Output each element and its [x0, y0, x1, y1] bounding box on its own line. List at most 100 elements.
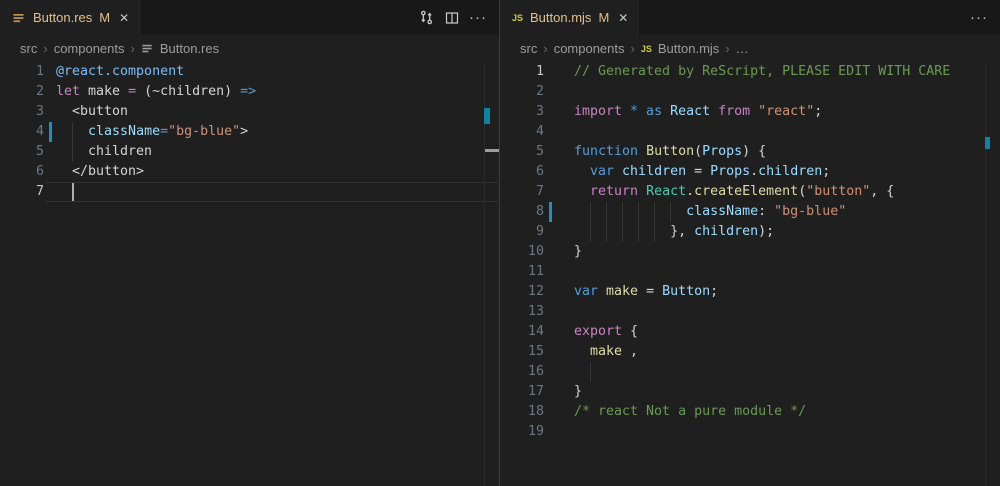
code-line-14[interactable]: 14 export { — [500, 322, 1000, 342]
code-text: import * as React from "react"; — [574, 102, 822, 122]
code-line-10[interactable]: 10} — [500, 242, 1000, 262]
breadcrumb-item-file[interactable]: Button.mjs — [658, 41, 719, 56]
tab-button-mjs[interactable]: JS Button.mjs M ✕ — [500, 0, 639, 35]
line-number: 14 — [500, 322, 544, 342]
line-number: 5 — [0, 142, 44, 162]
code-line-2[interactable]: 2 let make = (~children) => — [0, 82, 499, 102]
breadcrumb-item-components[interactable]: components — [54, 41, 125, 56]
code-text: let make = (~children) => — [56, 82, 256, 102]
breadcrumb-item-src[interactable]: src — [20, 41, 37, 56]
code-line-9[interactable]: 9 }, children); — [500, 222, 1000, 242]
chevron-right-icon: › — [543, 41, 547, 56]
vscode-editor-window: Button.res M ✕ — [0, 0, 1000, 486]
code-text: var children = Props.children; — [574, 162, 830, 182]
overview-ruler-border — [985, 62, 986, 486]
line-number: 5 — [500, 142, 544, 162]
code-line-1[interactable]: 1@react.component — [0, 62, 499, 82]
current-line-highlight — [45, 182, 498, 202]
code-line-8[interactable]: 8 className: "bg-blue" — [500, 202, 1000, 222]
code-text: } — [574, 242, 582, 262]
editor-actions-right: ··· — [970, 0, 1000, 35]
git-modified-badge: M — [99, 10, 110, 25]
code-editor-right[interactable]: 1 // Generated by ReScript, PLEASE EDIT W… — [500, 62, 1000, 486]
code-lines: 1@react.component2 let make = (~children)… — [0, 62, 499, 202]
tab-label: Button.mjs — [530, 10, 591, 25]
code-line-4[interactable]: 4 — [500, 122, 1000, 142]
code-text: }, children); — [574, 222, 774, 242]
line-number: 13 — [500, 302, 544, 322]
code-line-3[interactable]: 3 <button — [0, 102, 499, 122]
breadcrumb-left: src › components › Button.res — [0, 35, 499, 62]
code-line-19[interactable]: 19 — [500, 422, 1000, 442]
line-number: 2 — [500, 82, 544, 102]
editor-actions-left: ··· — [418, 0, 499, 35]
code-line-3[interactable]: 3import * as React from "react"; — [500, 102, 1000, 122]
code-text: // Generated by ReScript, PLEASE EDIT WI… — [574, 62, 950, 82]
code-text: /* react Not a pure module */ — [574, 402, 806, 422]
editor-group-right: JS Button.mjs M ✕ ··· src › components ›… — [500, 0, 1000, 486]
code-line-7[interactable]: 7 — [0, 182, 499, 202]
overview-ruler-modified-mark — [985, 137, 990, 149]
chevron-right-icon: › — [43, 41, 47, 56]
line-number: 4 — [0, 122, 44, 142]
line-number: 4 — [500, 122, 544, 142]
code-line-16[interactable]: 16 — [500, 362, 1000, 382]
breadcrumb-item-file[interactable]: Button.res — [160, 41, 219, 56]
line-number: 6 — [0, 162, 44, 182]
overview-ruler-cursor-mark — [485, 149, 499, 152]
code-text: @react.component — [56, 62, 184, 82]
code-line-5[interactable]: 5 children — [0, 142, 499, 162]
code-line-17[interactable]: 17} — [500, 382, 1000, 402]
line-number: 1 — [500, 62, 544, 82]
code-line-11[interactable]: 11 — [500, 262, 1000, 282]
code-line-18[interactable]: 18 /* react Not a pure module */ — [500, 402, 1000, 422]
open-changes-icon[interactable] — [418, 9, 435, 26]
close-icon[interactable]: ✕ — [119, 11, 129, 25]
line-number: 6 — [500, 162, 544, 182]
code-line-7[interactable]: 7 return React.createElement("button", { — [500, 182, 1000, 202]
breadcrumb-item-src[interactable]: src — [520, 41, 537, 56]
code-text: className: "bg-blue" — [574, 202, 846, 222]
code-line-1[interactable]: 1 // Generated by ReScript, PLEASE EDIT W… — [500, 62, 1000, 82]
tab-bar-right: JS Button.mjs M ✕ ··· — [500, 0, 1000, 35]
code-line-4[interactable]: 4 className="bg-blue"> — [0, 122, 499, 142]
code-text: } — [574, 382, 582, 402]
line-number: 18 — [500, 402, 544, 422]
code-text: export { — [574, 322, 638, 342]
code-line-6[interactable]: 6 var children = Props.children; — [500, 162, 1000, 182]
code-line-12[interactable]: 12var make = Button; — [500, 282, 1000, 302]
code-line-15[interactable]: 15 make , — [500, 342, 1000, 362]
line-number: 16 — [500, 362, 544, 382]
breadcrumb-item-symbol[interactable]: … — [736, 41, 749, 56]
text-cursor — [72, 183, 74, 201]
code-editor-left[interactable]: 1@react.component2 let make = (~children)… — [0, 62, 499, 486]
code-line-2[interactable]: 2 — [500, 82, 1000, 102]
more-actions-icon[interactable]: ··· — [970, 13, 988, 23]
breadcrumb-right: src › components › JS Button.mjs › … — [500, 35, 1000, 62]
line-number: 19 — [500, 422, 544, 442]
more-actions-icon[interactable]: ··· — [469, 13, 487, 23]
editor-group-left: Button.res M ✕ — [0, 0, 500, 486]
line-number: 7 — [500, 182, 544, 202]
code-line-6[interactable]: 6 </button> — [0, 162, 499, 182]
split-editor-icon[interactable] — [444, 10, 460, 26]
tab-button-res[interactable]: Button.res M ✕ — [0, 0, 140, 35]
gutter-modified-marker — [549, 202, 552, 222]
gutter-modified-marker — [49, 122, 52, 142]
rescript-file-icon — [141, 42, 154, 55]
breadcrumb-item-components[interactable]: components — [554, 41, 625, 56]
chevron-right-icon: › — [725, 41, 729, 56]
chevron-right-icon: › — [131, 41, 135, 56]
code-text: </button> — [56, 162, 144, 182]
code-line-5[interactable]: 5function Button(Props) { — [500, 142, 1000, 162]
code-text: className="bg-blue"> — [56, 122, 248, 142]
line-number: 3 — [0, 102, 44, 122]
overview-ruler-modified-mark — [484, 108, 490, 124]
line-number: 2 — [0, 82, 44, 102]
line-number: 8 — [500, 202, 544, 222]
line-number: 11 — [500, 262, 544, 282]
javascript-file-icon: JS — [641, 44, 652, 54]
close-icon[interactable]: ✕ — [618, 11, 628, 25]
code-line-13[interactable]: 13 — [500, 302, 1000, 322]
git-modified-badge: M — [598, 10, 609, 25]
